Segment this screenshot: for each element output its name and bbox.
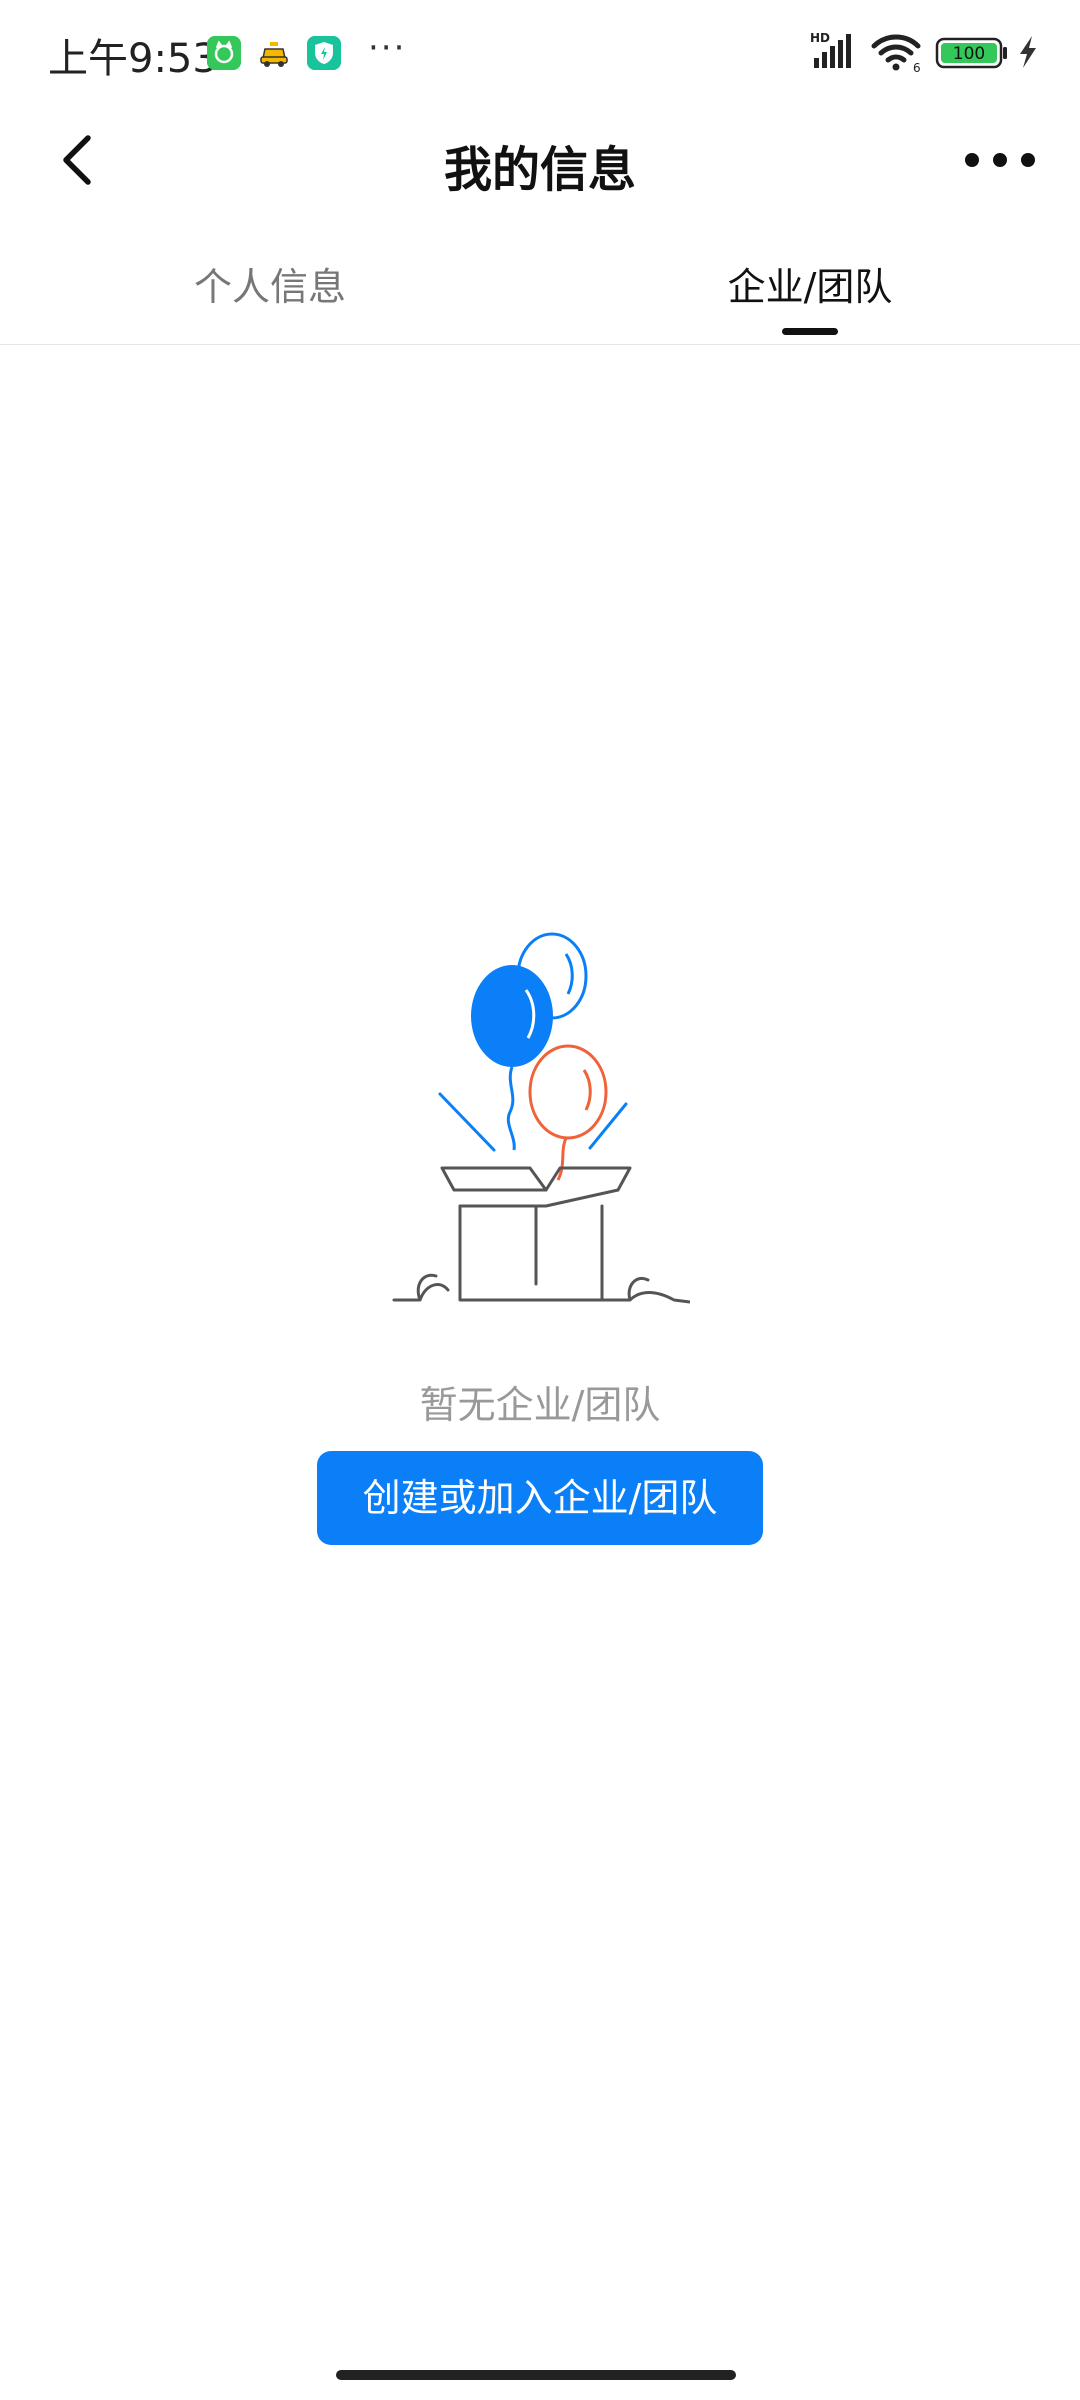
tab-bar: 个人信息 企业/团队 [0,240,1080,345]
gift-box-icon [392,1166,690,1304]
wifi-icon: 6 [871,34,921,74]
status-icons: HD 6 100 [810,31,1036,74]
tab-personal-info[interactable]: 个人信息 [0,256,540,311]
active-tab-indicator [782,328,838,335]
more-icon [965,153,1035,167]
navigation-bar: 我的信息 [0,104,1080,216]
status-bar: 上午9:53 ··· HD 6 100 [0,0,1080,104]
home-indicator[interactable] [336,2370,736,2380]
wifi-label: 6 [913,61,921,74]
tab-enterprise-team[interactable]: 企业/团队 [540,256,1080,311]
orange-balloon-icon [528,1044,608,1181]
balloon-box-illustration [392,932,690,1304]
more-notifications-icon: ··· [368,28,407,68]
battery-level: 100 [953,44,985,64]
signal-icon: HD [810,31,851,68]
network-label: HD [810,31,830,45]
shield-app-icon [307,36,341,70]
taxi-icon [257,36,291,70]
battery-icon: 100 [935,37,1007,69]
empty-state-message: 暂无企业/团队 [419,1383,661,1427]
left-sparkle-line [438,1092,496,1152]
status-time: 上午9:53 [48,36,218,82]
page-title: 我的信息 [443,142,636,198]
create-or-join-team-button[interactable]: 创建或加入企业/团队 [317,1451,763,1545]
cat-app-icon [207,36,241,70]
charging-icon [1020,36,1036,68]
more-options-button[interactable] [960,138,1040,182]
